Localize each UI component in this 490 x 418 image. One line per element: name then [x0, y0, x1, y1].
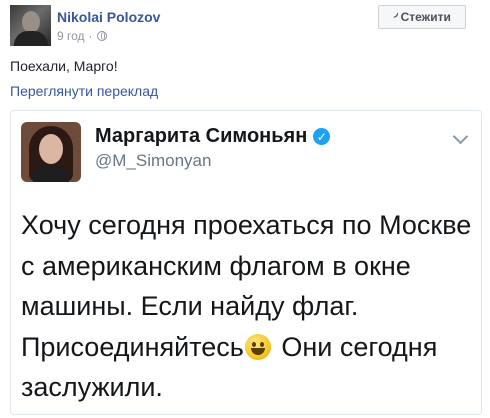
chevron-down-icon: [452, 128, 469, 145]
post-meta: 9 год ·: [57, 29, 107, 43]
embedded-tweet-image[interactable]: Маргарита Симоньян ✓ @M_Simonyan Хочу се…: [10, 110, 482, 415]
tweet-author-name: Маргарита Симоньян ✓: [95, 125, 331, 148]
verified-badge-icon: ✓: [313, 128, 331, 145]
post-text: Поехали, Марго!: [10, 58, 118, 74]
tweet-handle: @M_Simonyan: [95, 151, 212, 170]
author-name[interactable]: Nikolai Polozov: [57, 9, 160, 25]
tweet-line: машины. Если найду флаг.: [21, 291, 359, 321]
globe-icon: [96, 31, 107, 41]
tweet-text: Хочу сегодня проехаться по Москве с амер…: [21, 205, 476, 408]
tweet-line-part: Присоединяйтесь: [21, 331, 244, 362]
follow-button[interactable]: ⁾ Стежити: [378, 5, 466, 29]
tweet-avatar: [21, 122, 81, 182]
author-avatar[interactable]: [10, 5, 51, 46]
tweet-author-name-text: Маргарита Симоньян: [95, 125, 308, 147]
follow-label: Стежити: [400, 10, 451, 24]
tweet-line: с американским флагом в окне: [21, 250, 411, 281]
tweet-line: Хочу сегодня проехаться по Москве: [21, 210, 472, 240]
rss-icon: ⁾: [388, 10, 402, 24]
see-translation-link[interactable]: Переглянути переклад: [10, 83, 158, 99]
tweet-line-part: Они сегодня: [273, 331, 438, 362]
tweet-line: Присоединяйтесь Они сегодня: [21, 327, 476, 368]
tweet-line: заслужили.: [21, 372, 163, 402]
grinning-face-emoji-icon: [244, 333, 271, 360]
facebook-post: Nikolai Polozov 9 год · ⁾ Стежити Поехал…: [0, 0, 490, 418]
post-time[interactable]: 9 год: [57, 29, 85, 43]
meta-separator: ·: [88, 29, 93, 43]
